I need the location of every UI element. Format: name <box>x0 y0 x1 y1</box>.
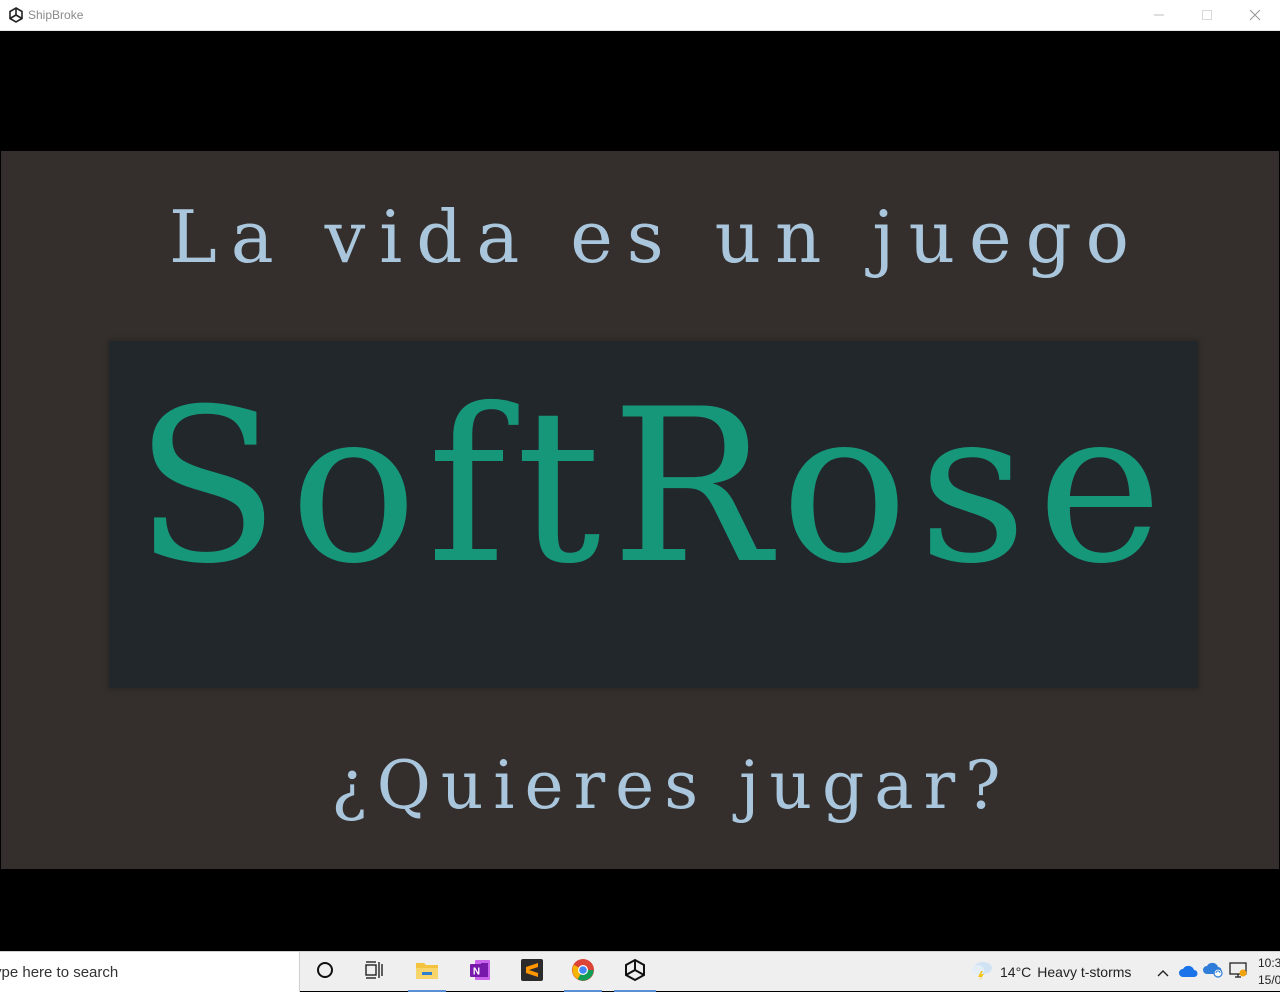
weather-condition: Heavy t-storms <box>1037 964 1132 980</box>
task-view-icon <box>365 961 385 983</box>
question-text: ¿Quieres jugar? <box>331 747 1011 824</box>
app-window: ShipBroke La vida es un juego SoftRose ¿… <box>0 0 1280 951</box>
game-viewport[interactable]: La vida es un juego SoftRose ¿Quieres ju… <box>1 31 1279 951</box>
sublime-icon <box>520 958 544 986</box>
intro-screen: La vida es un juego SoftRose ¿Quieres ju… <box>1 151 1279 869</box>
unity-icon <box>623 958 647 986</box>
sublime-text-button[interactable] <box>517 957 547 987</box>
svg-text:N: N <box>473 967 480 978</box>
show-hidden-icons-button[interactable] <box>1153 962 1173 982</box>
network-icon <box>1228 961 1248 983</box>
headline-text: La vida es un juego <box>168 195 1144 279</box>
chevron-up-icon <box>1156 963 1170 982</box>
chrome-button[interactable] <box>564 957 602 992</box>
search-placeholder: ype here to search <box>0 964 119 981</box>
maximize-button[interactable] <box>1184 0 1230 30</box>
onedrive-tray[interactable] <box>1178 962 1198 982</box>
onedrive-sync-tray[interactable] <box>1203 962 1223 982</box>
onenote-button[interactable]: N <box>465 957 495 987</box>
system-clock[interactable]: 10:3 15/0 <box>1258 955 1280 989</box>
cortana-button[interactable] <box>310 957 340 987</box>
minimize-icon <box>1153 6 1165 25</box>
logo-text: SoftRose <box>134 363 1173 610</box>
weather-temperature: 14°C <box>1000 964 1032 980</box>
clock-date: 15/0 <box>1258 973 1280 987</box>
close-icon <box>1249 6 1261 25</box>
storm-cloud-icon <box>970 959 994 985</box>
clock-time: 10:3 <box>1258 956 1280 970</box>
minimize-button[interactable] <box>1136 0 1182 30</box>
logo-panel: SoftRose <box>109 341 1198 688</box>
window-title: ShipBroke <box>28 8 84 22</box>
weather-widget[interactable]: 14°C Heavy t-storms <box>970 960 1131 984</box>
file-explorer-button[interactable] <box>408 957 446 992</box>
unity-button[interactable] <box>614 957 656 992</box>
close-button[interactable] <box>1232 0 1278 30</box>
circle-icon <box>316 961 334 983</box>
task-view-button[interactable] <box>360 957 390 987</box>
unity-icon <box>8 7 24 23</box>
network-tray[interactable] <box>1228 962 1248 982</box>
folder-icon <box>415 960 439 984</box>
title-bar[interactable]: ShipBroke <box>0 0 1280 31</box>
search-box[interactable]: ype here to search <box>0 952 300 992</box>
taskbar: ype here to search N 14°C Heavy t-storms… <box>0 951 1280 992</box>
maximize-icon <box>1201 6 1213 25</box>
onenote-icon: N <box>468 958 492 986</box>
cloud-icon <box>1178 963 1198 982</box>
cloud-sync-icon <box>1203 962 1223 982</box>
chrome-icon <box>571 958 595 986</box>
